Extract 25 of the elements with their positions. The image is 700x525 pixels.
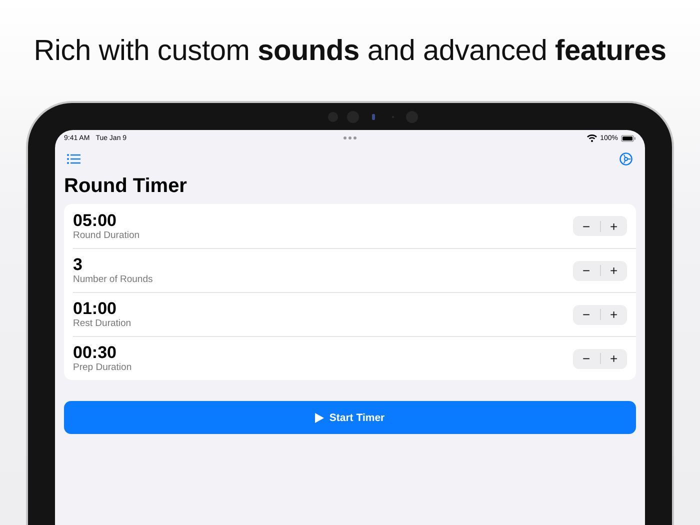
more-dots-icon[interactable] — [343, 136, 357, 140]
increment-button[interactable]: + — [600, 348, 627, 368]
decrement-button[interactable]: − — [573, 216, 600, 236]
decrement-button[interactable]: − — [573, 304, 600, 324]
increment-button[interactable]: + — [600, 304, 627, 324]
setting-label: Rest Duration — [73, 318, 132, 330]
battery-icon — [621, 134, 636, 142]
play-icon — [315, 412, 324, 422]
setting-value: 3 — [73, 255, 84, 274]
setting-label: Round Duration — [73, 230, 140, 242]
increment-button[interactable]: + — [600, 260, 627, 280]
setting-value: 05:00 — [73, 210, 118, 230]
setting-value: 00:30 — [73, 343, 118, 362]
screen-title: Round Timer — [64, 175, 188, 198]
list-icon[interactable] — [67, 154, 81, 164]
setting-label: Prep Duration — [73, 362, 132, 374]
settings-icon[interactable] — [619, 152, 633, 166]
wifi-icon — [587, 134, 598, 142]
decrement-button[interactable]: − — [573, 348, 600, 368]
headline: Rich with custom sounds and advanced features — [34, 35, 666, 68]
setting-value: 01:00 — [73, 299, 118, 318]
decrement-button[interactable]: − — [573, 260, 600, 280]
increment-button[interactable]: + — [600, 216, 627, 236]
setting-label: Number of Rounds — [73, 274, 153, 286]
start-timer-button[interactable]: Start Timer — [64, 401, 636, 434]
